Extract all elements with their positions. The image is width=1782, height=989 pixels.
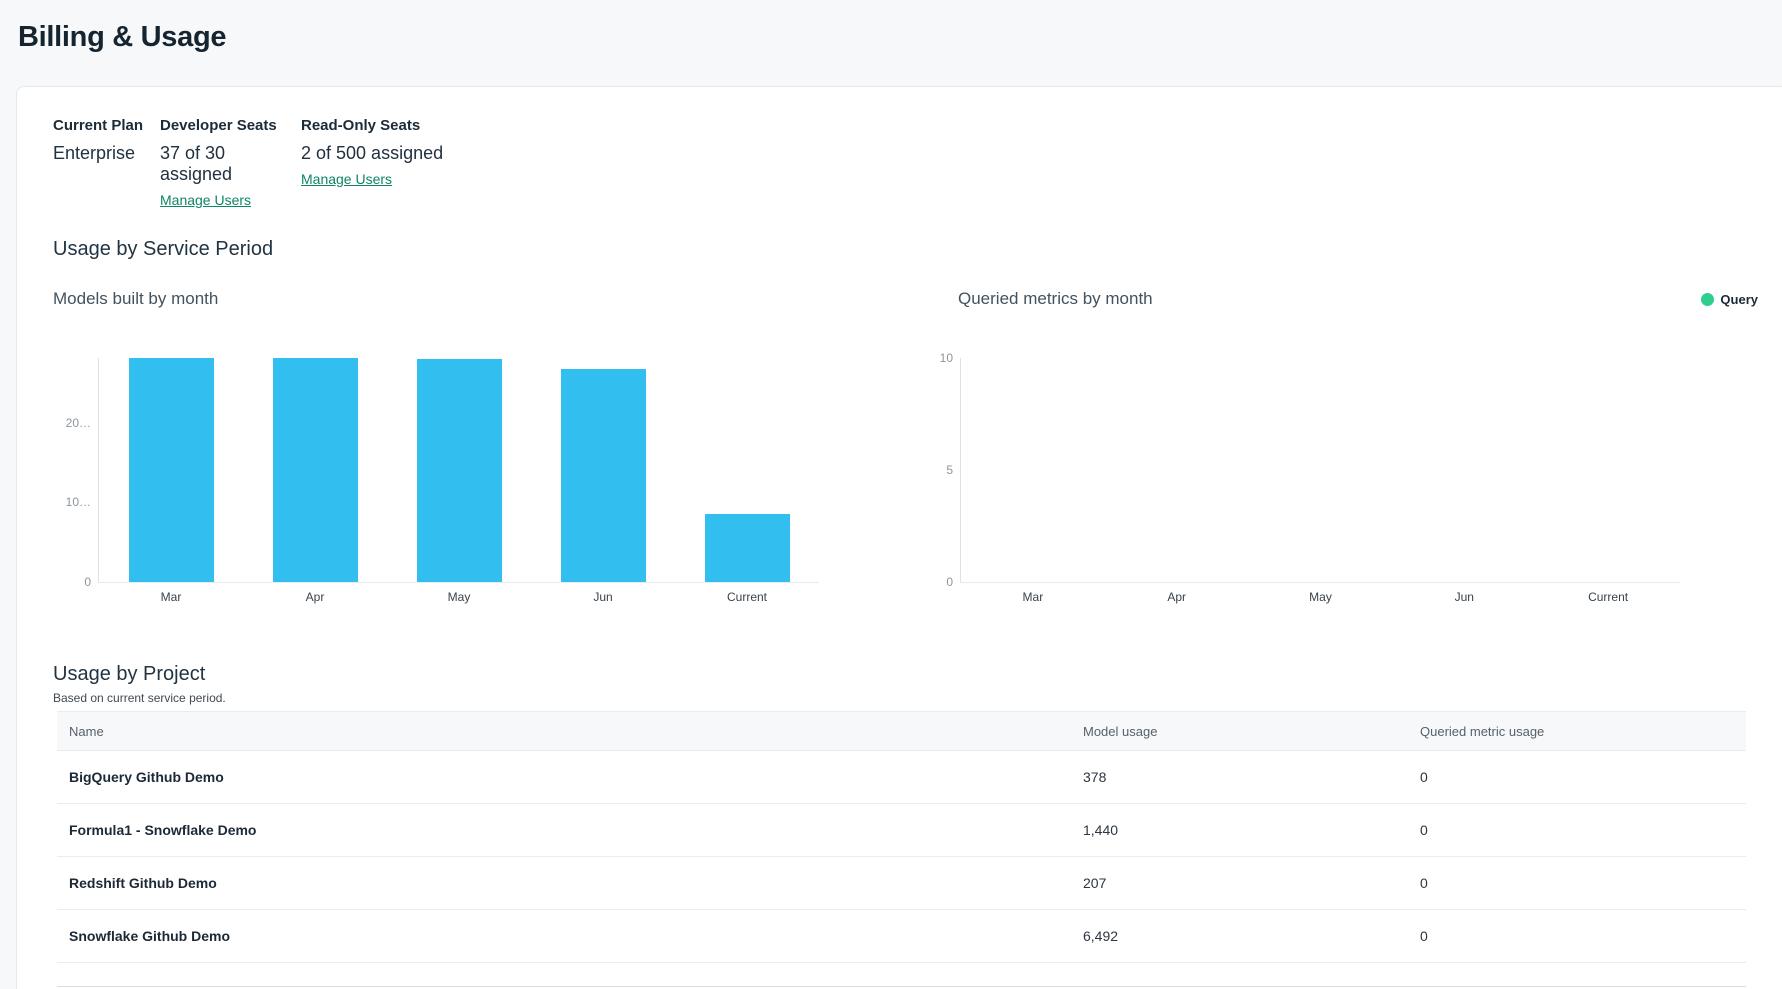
project-name: Formula1 - Snowflake Demo	[57, 822, 1083, 838]
developer-seats-value: 37 of 30 assigned	[160, 143, 301, 185]
developer-seats-column: Developer Seats 37 of 30 assigned Manage…	[160, 117, 301, 210]
manage-users-link-readonly[interactable]: Manage Users	[301, 171, 392, 187]
table-row: Snowflake Github Demo 6,492 0	[57, 910, 1746, 963]
model-usage-value: 378	[1083, 769, 1420, 785]
developer-seats-label: Developer Seats	[160, 117, 301, 134]
x-axis-label: Jun	[553, 590, 653, 604]
table-row: BigQuery Github Demo 378 0	[57, 751, 1746, 804]
models-built-chart-header: Models built by month	[53, 288, 819, 310]
charts-row: Models built by month MarAprMayJunCurren…	[53, 288, 1782, 611]
readonly-seats-label: Read-Only Seats	[301, 117, 443, 134]
x-axis-label: Jun	[1414, 590, 1514, 604]
x-axis-label: May	[1271, 590, 1371, 604]
project-name: Snowflake Github Demo	[57, 928, 1083, 944]
x-axis-label: Mar	[121, 590, 221, 604]
legend-label: Query	[1720, 292, 1758, 307]
query-legend: Query	[1701, 292, 1758, 307]
queried-metrics-chart-title: Queried metrics by month	[958, 289, 1153, 309]
queried-metrics-chart: Queried metrics by month Query MarAprMay…	[958, 288, 1758, 611]
models-built-plot-area: MarAprMayJunCurrent010…20…	[98, 358, 819, 583]
page-header: Billing & Usage	[0, 0, 1782, 86]
queried-metrics-plot-area: MarAprMayJunCurrent0510	[960, 358, 1680, 583]
y-tick-label: 20…	[66, 416, 91, 430]
queried-metrics-chart-header: Queried metrics by month Query	[958, 288, 1758, 310]
models-built-chart-title: Models built by month	[53, 289, 218, 309]
queried-metric-usage-value: 0	[1420, 928, 1746, 944]
page-title: Billing & Usage	[18, 21, 1782, 54]
model-usage-value: 207	[1083, 875, 1420, 891]
current-plan-value: Enterprise	[53, 143, 160, 164]
current-plan-column: Current Plan Enterprise	[53, 117, 160, 210]
usage-by-project-subtitle: Based on current service period.	[53, 691, 1782, 705]
manage-users-link-developer[interactable]: Manage Users	[160, 192, 251, 208]
project-name: Redshift Github Demo	[57, 875, 1083, 891]
table-footer-strip	[57, 963, 1746, 987]
readonly-seats-column: Read-Only Seats 2 of 500 assigned Manage…	[301, 117, 443, 210]
y-tick-label: 0	[946, 575, 953, 589]
usage-by-project-title: Usage by Project	[53, 663, 1782, 686]
current-plan-label: Current Plan	[53, 117, 160, 134]
bar-may	[417, 359, 502, 582]
usage-by-service-period-title: Usage by Service Period	[53, 238, 1782, 261]
x-axis-label: Mar	[983, 590, 1083, 604]
readonly-seats-value: 2 of 500 assigned	[301, 143, 443, 164]
x-axis-label: Current	[1558, 590, 1658, 604]
x-axis-label: May	[409, 590, 509, 604]
model-usage-value: 6,492	[1083, 928, 1420, 944]
queried-metric-usage-value: 0	[1420, 822, 1746, 838]
y-tick-label: 5	[946, 463, 953, 477]
x-axis-label: Current	[697, 590, 797, 604]
y-tick-label: 10	[940, 351, 953, 365]
chart-spacer	[819, 288, 958, 611]
x-axis-label: Apr	[1127, 590, 1227, 604]
table-row: Formula1 - Snowflake Demo 1,440 0	[57, 804, 1746, 857]
legend-dot-icon	[1701, 293, 1714, 306]
table-row: Redshift Github Demo 207 0	[57, 857, 1746, 910]
x-axis-label: Apr	[265, 590, 365, 604]
queried-metric-usage-value: 0	[1420, 875, 1746, 891]
column-header-name: Name	[57, 724, 1083, 739]
table-header-row: Name Model usage Queried metric usage	[57, 711, 1746, 751]
bar-apr	[273, 358, 358, 582]
bar-current	[705, 514, 790, 582]
y-tick-label: 0	[84, 575, 91, 589]
billing-card: Current Plan Enterprise Developer Seats …	[16, 86, 1782, 989]
column-header-model-usage: Model usage	[1083, 724, 1420, 739]
usage-by-project-table: Name Model usage Queried metric usage Bi…	[57, 711, 1746, 987]
model-usage-value: 1,440	[1083, 822, 1420, 838]
y-tick-label: 10…	[66, 495, 91, 509]
plan-summary: Current Plan Enterprise Developer Seats …	[53, 117, 1782, 210]
column-header-queried-metric-usage: Queried metric usage	[1420, 724, 1746, 739]
bar-jun	[561, 369, 646, 582]
queried-metric-usage-value: 0	[1420, 769, 1746, 785]
project-name: BigQuery Github Demo	[57, 769, 1083, 785]
models-built-chart: Models built by month MarAprMayJunCurren…	[53, 288, 819, 611]
bar-mar	[129, 358, 214, 582]
